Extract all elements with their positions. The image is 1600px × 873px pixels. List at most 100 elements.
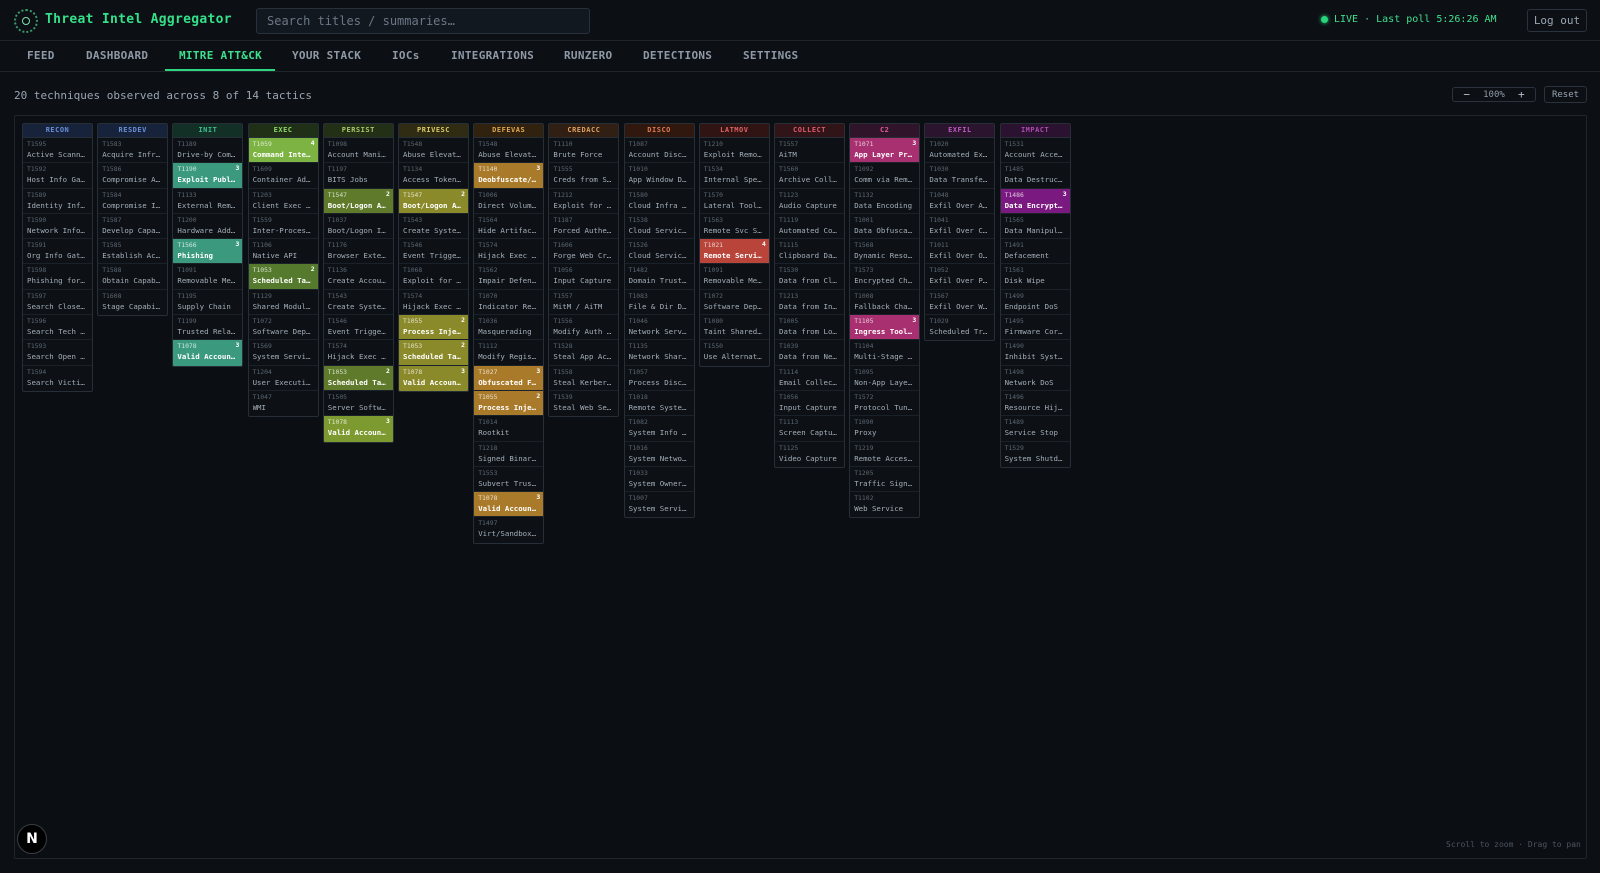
- technique-cell[interactable]: T1039Data from Network Share: [775, 340, 844, 366]
- technique-cell[interactable]: T1091 Removable Media: [173, 264, 243, 290]
- technique-cell[interactable]: T1558Steal Kerberos Tickets: [549, 366, 619, 391]
- technique-cell[interactable]: T1592Host Info Gathering: [23, 163, 92, 189]
- technique-cell[interactable]: T1219Remote Access Software: [850, 442, 920, 467]
- technique-cell[interactable]: T1606Forge Web Credentials: [549, 239, 619, 265]
- technique-cell[interactable]: T1136 Create Account: [323, 264, 393, 290]
- technique-cell[interactable]: T1543Create System Process: [323, 290, 393, 316]
- technique-cell[interactable]: T1080Taint Shared Content: [699, 315, 769, 341]
- technique-cell[interactable]: T1134Access Token Manipulation: [399, 163, 468, 189]
- nextjs-dev-button[interactable]: N: [17, 824, 47, 854]
- tactic-header[interactable]: RECON: [23, 124, 92, 138]
- technique-cell[interactable]: T1539Steal Web Session Cookie: [549, 391, 618, 416]
- technique-cell[interactable]: T1574Hijack Exec Flow: [323, 340, 393, 366]
- technique-cell[interactable]: T1543Create System Process: [399, 214, 468, 240]
- technique-cell[interactable]: T1564 Hide Artifacts: [474, 214, 544, 240]
- technique-cell[interactable]: T1102 Web Service: [850, 492, 919, 517]
- technique-cell[interactable]: T1567Exfil Over Web Service: [925, 290, 995, 316]
- technique-cell[interactable]: T1212Exploit for Cred Access: [549, 189, 619, 214]
- technique-cell[interactable]: T1218Signed Binary Proxy: [474, 442, 544, 467]
- technique-cell[interactable]: T1585Establish Accounts: [98, 239, 168, 265]
- technique-cell-observed[interactable]: T1105Ingress Tool Transfer 3: [850, 315, 920, 341]
- attack-matrix-canvas[interactable]: RECON T1595 Active Scanning T1592 Host Info …: [14, 115, 1587, 859]
- technique-cell[interactable]: T1496Resource Hijacking: [1000, 391, 1070, 417]
- technique-cell-observed[interactable]: T1053Scheduled Task/Job 2: [248, 264, 318, 290]
- technique-cell[interactable]: T1538Cloud Service Dashboard: [624, 214, 694, 240]
- technique-cell[interactable]: T1092Comm via Removable Media: [850, 163, 920, 189]
- technique-cell[interactable]: T1534Internal Spearphishing: [699, 163, 769, 189]
- technique-cell[interactable]: T1499 Endpoint DoS: [1000, 290, 1070, 316]
- technique-cell-observed[interactable]: T1055Process Injection 2: [474, 390, 544, 417]
- technique-cell[interactable]: T1560Archive Collected Data: [775, 163, 844, 189]
- technique-cell[interactable]: T1591 Org Info Gather: [23, 239, 92, 265]
- technique-cell[interactable]: T1553Subvert Trust Controls: [474, 467, 544, 493]
- tactic-header[interactable]: DEFEVAS: [474, 124, 544, 138]
- technique-cell-observed[interactable]: T1059 Command Interpreter 4: [248, 138, 318, 164]
- tactic-header[interactable]: EXEC: [248, 124, 318, 138]
- technique-cell[interactable]: T1505Server Software Component: [323, 391, 393, 417]
- technique-cell[interactable]: T1546Event Triggered Exec: [399, 239, 468, 265]
- technique-cell-observed[interactable]: T1027Obfuscated Files 3: [474, 365, 544, 391]
- tactic-header[interactable]: IMPACT: [1000, 124, 1070, 138]
- technique-cell[interactable]: T1495Firmware Corruption: [1000, 315, 1070, 341]
- technique-cell[interactable]: T1562 Impair Defenses: [474, 264, 544, 290]
- technique-cell[interactable]: T1048Exfil Over Alt Protocol: [925, 189, 995, 214]
- technique-cell[interactable]: T1204 User Execution: [248, 366, 318, 391]
- technique-cell-observed[interactable]: T1566 Phishing 3: [173, 239, 243, 265]
- technique-cell-observed[interactable]: T1021 Remote Services 4: [699, 239, 769, 265]
- technique-cell[interactable]: T1114Email Collection: [775, 366, 844, 391]
- technique-cell-observed[interactable]: T1053Scheduled Task/Job 2: [323, 365, 393, 391]
- technique-cell-observed[interactable]: T1140Deobfuscate/Decode 3: [474, 163, 544, 189]
- technique-cell[interactable]: T1008Fallback Channels: [850, 290, 920, 316]
- technique-cell[interactable]: T1046Network Service Discovery: [624, 315, 694, 341]
- technique-cell[interactable]: T1568Dynamic Resolution: [850, 239, 920, 265]
- technique-cell[interactable]: T1574Hijack Exec Flow: [399, 290, 468, 316]
- tab-feed[interactable]: FEED: [27, 49, 55, 62]
- tactic-header[interactable]: EXFIL: [925, 124, 995, 138]
- technique-cell[interactable]: T1041Exfil Over C2 Channel: [925, 214, 995, 240]
- technique-cell[interactable]: T1546Event Triggered Exec: [323, 315, 393, 341]
- technique-cell[interactable]: T1561 Disk Wipe: [1000, 264, 1070, 290]
- tactic-header[interactable]: COLLECT: [775, 124, 844, 138]
- technique-cell-observed[interactable]: T1053Scheduled Task/Job 2: [399, 340, 468, 366]
- technique-cell[interactable]: T1528Steal App Access Token: [549, 340, 619, 366]
- technique-cell[interactable]: T1583 Acquire Infrastructure: [98, 138, 168, 164]
- search-input[interactable]: [256, 8, 590, 34]
- technique-cell[interactable]: T1068Exploit for Priv Esc: [399, 264, 468, 290]
- tactic-header[interactable]: DISCO: [624, 124, 694, 138]
- technique-cell[interactable]: T1072Software Deployment: [699, 290, 769, 316]
- technique-cell[interactable]: T1006Direct Volume Access: [474, 189, 544, 214]
- technique-cell[interactable]: T1573Encrypted Channel: [850, 264, 920, 290]
- technique-cell[interactable]: T1598Phishing for Info: [23, 264, 92, 290]
- tab-your-stack[interactable]: YOUR STACK: [292, 49, 361, 62]
- technique-cell[interactable]: T1489 Service Stop: [1000, 416, 1070, 442]
- technique-cell[interactable]: T1095Non-App Layer Protocol: [850, 366, 920, 391]
- technique-cell[interactable]: T1125 Video Capture: [775, 442, 844, 467]
- technique-cell[interactable]: T1047 WMI: [249, 391, 318, 416]
- technique-cell[interactable]: T1200Hardware Additions: [173, 214, 243, 240]
- technique-cell[interactable]: T1082System Info Discovery: [624, 416, 694, 442]
- technique-cell[interactable]: T1115 Clipboard Data: [775, 239, 844, 265]
- technique-cell-observed[interactable]: T1055Process Injection 2: [399, 315, 468, 341]
- technique-cell[interactable]: T1559Inter-Process Comm: [248, 214, 318, 240]
- technique-cell[interactable]: T1197 BITS Jobs: [323, 163, 393, 189]
- technique-cell[interactable]: T1057Process Discovery: [624, 366, 694, 391]
- technique-cell-observed[interactable]: T1547Boot/Logon Autostart 2: [399, 188, 468, 214]
- tactic-header[interactable]: CREDACC: [549, 124, 619, 138]
- technique-cell[interactable]: T1595 Active Scanning: [23, 138, 92, 164]
- technique-cell[interactable]: T1176Browser Extensions: [323, 239, 393, 265]
- technique-cell[interactable]: T1135Network Share Discovery: [624, 340, 694, 366]
- technique-cell[interactable]: T1052Exfil Over Physical Medium: [925, 264, 995, 290]
- technique-cell[interactable]: T1597Search Closed Sources: [23, 290, 92, 316]
- technique-cell[interactable]: T1132 Data Encoding: [850, 189, 920, 214]
- technique-cell-observed[interactable]: T1486Data Encrypted for Impact 3: [1000, 188, 1070, 214]
- tactic-header[interactable]: PERSIST: [323, 124, 393, 138]
- technique-cell[interactable]: T1187Forced Authentication: [549, 214, 619, 240]
- technique-cell[interactable]: T1584Compromise Infrastructure: [98, 189, 168, 214]
- tab-mitre-attack[interactable]: MITRE ATT&CK: [179, 49, 262, 62]
- technique-cell[interactable]: T1007System Service Discovery: [625, 492, 694, 517]
- technique-cell[interactable]: T1529System Shutdown/Reboot: [1001, 442, 1070, 467]
- technique-cell[interactable]: T1113 Screen Capture: [775, 416, 844, 442]
- technique-cell[interactable]: T1490Inhibit System Recovery: [1000, 340, 1070, 366]
- technique-cell[interactable]: T1590Network Info Gathering: [23, 214, 92, 240]
- technique-cell[interactable]: T1056 Input Capture: [549, 264, 619, 290]
